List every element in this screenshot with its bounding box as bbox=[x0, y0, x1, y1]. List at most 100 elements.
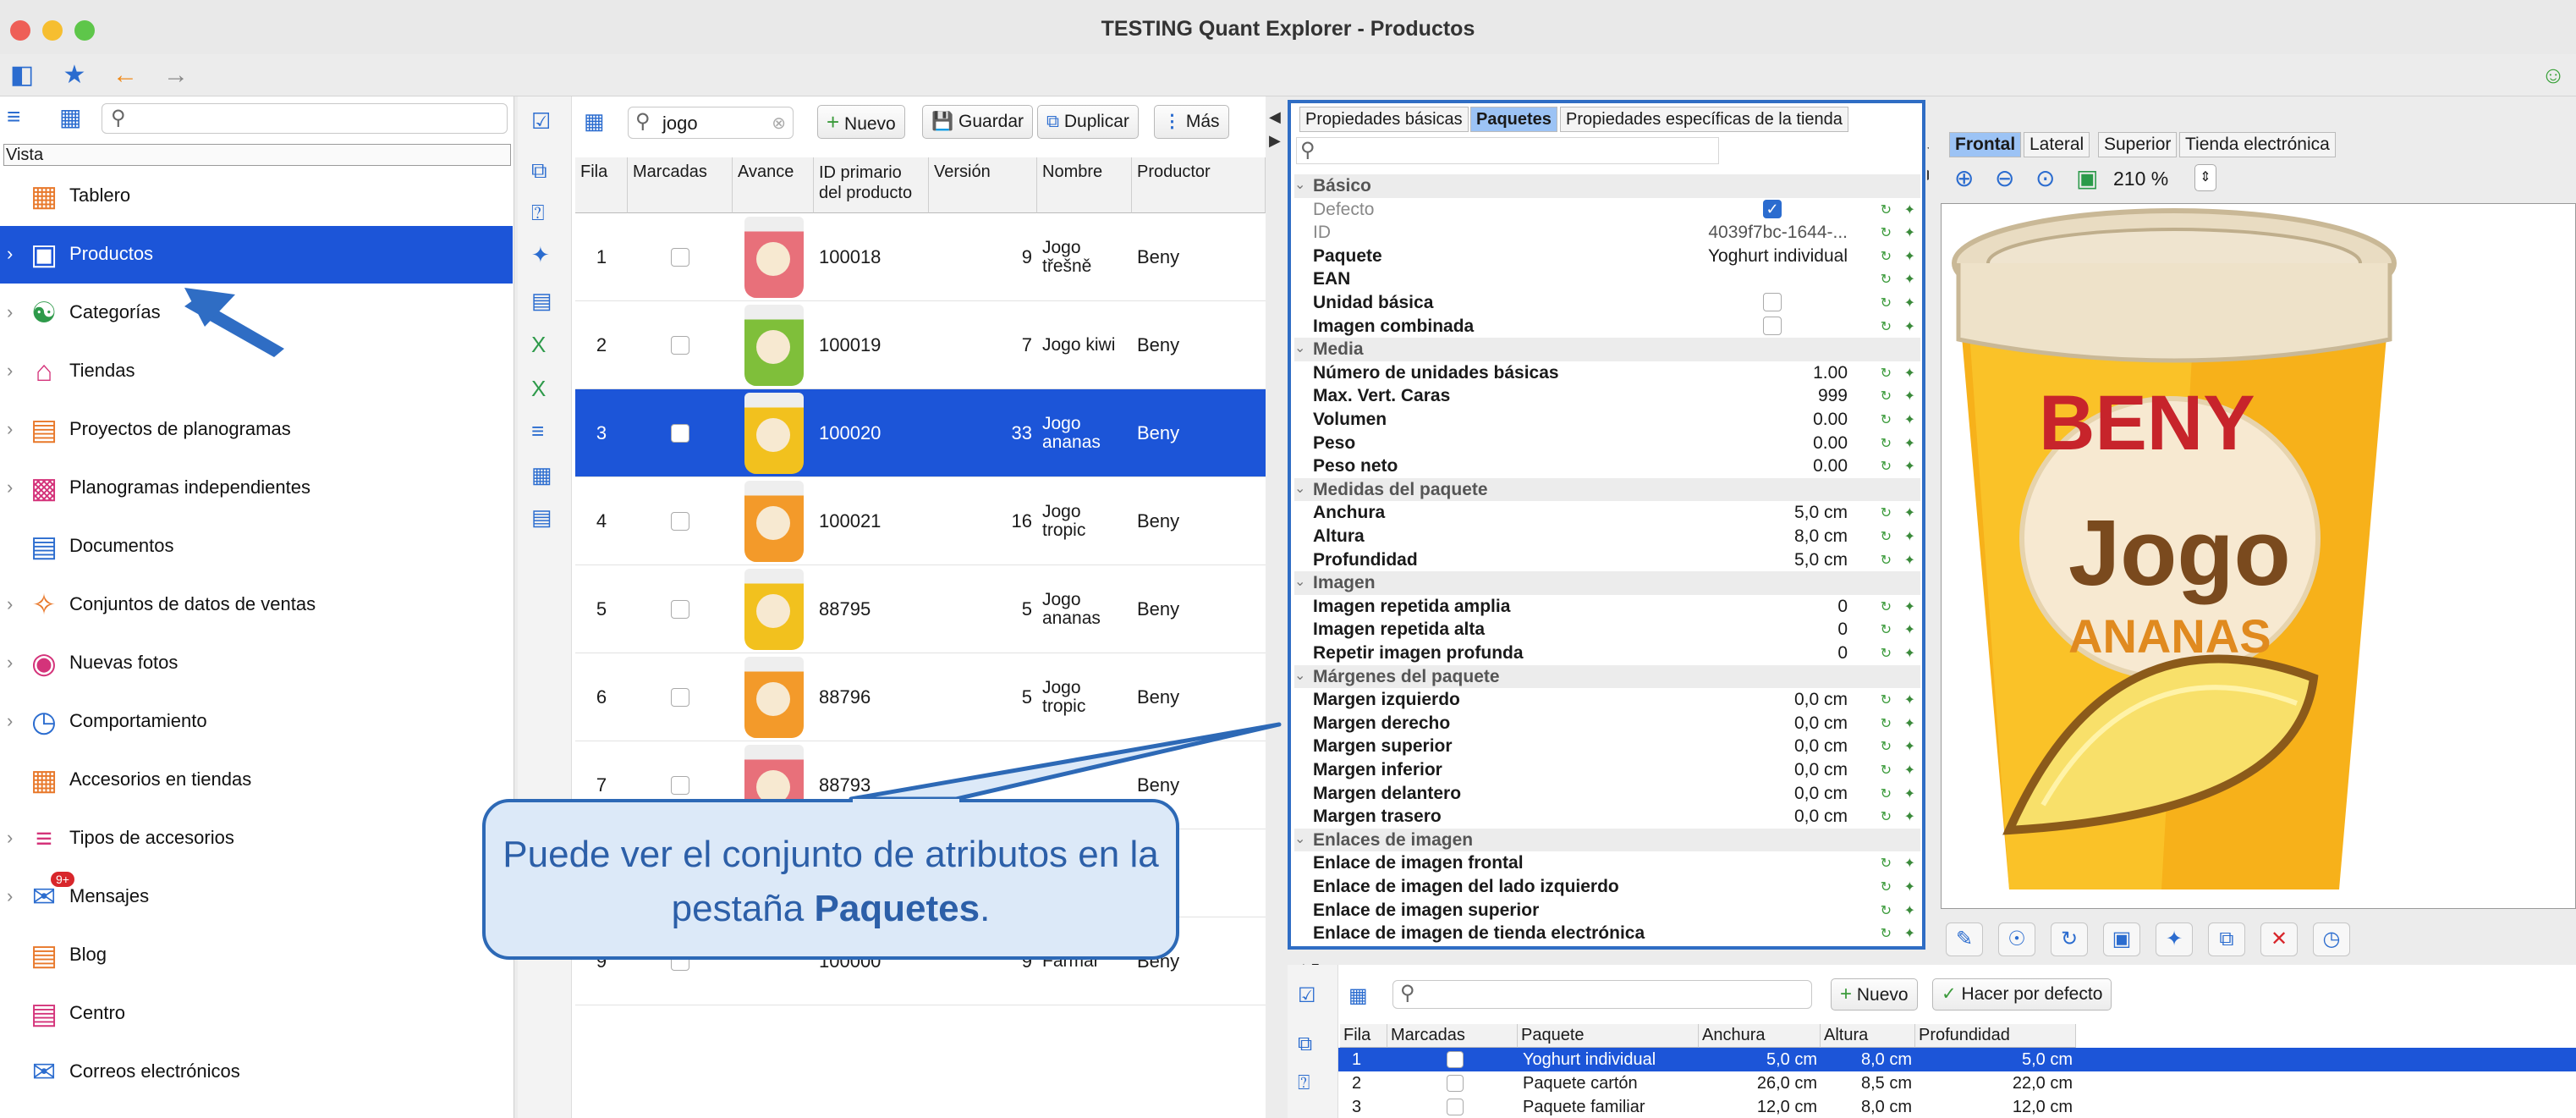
property-row[interactable]: Unidad básica ↻ ✦ bbox=[1294, 291, 1920, 315]
property-row[interactable]: Volumen 0.00 ↻ ✦ bbox=[1294, 408, 1920, 432]
cell-marcadas[interactable] bbox=[628, 477, 733, 565]
property-value[interactable]: 0,0 cm bbox=[1794, 736, 1848, 757]
image-tab-superior[interactable]: Superior bbox=[2098, 132, 2178, 157]
hacer-por-defecto-button[interactable]: ✓ Hacer por defecto bbox=[1932, 978, 2112, 1011]
pin-icon[interactable]: ✦ bbox=[1904, 762, 1915, 779]
pin-icon[interactable]: ✦ bbox=[1904, 435, 1915, 452]
chevron-down-icon[interactable]: ⌄ bbox=[1294, 176, 1305, 193]
import-excel-icon[interactable]: X bbox=[531, 376, 546, 402]
property-row[interactable]: Margen delantero 0,0 cm ↻ ✦ bbox=[1294, 782, 1920, 806]
sidebar-item-nuevas-fotos[interactable]: › ◉ Nuevas fotos bbox=[0, 635, 513, 692]
zoom-stepper[interactable]: ⇕ bbox=[2194, 164, 2216, 191]
property-row[interactable]: Imagen repetida alta 0 ↻ ✦ bbox=[1294, 618, 1920, 642]
property-value[interactable]: 0.00 bbox=[1813, 410, 1848, 430]
reset-icon[interactable]: ↻ bbox=[1881, 528, 1892, 545]
image-tab-frontal[interactable]: Frontal bbox=[1949, 132, 2022, 157]
magic-wand-icon[interactable]: ✦ bbox=[531, 242, 550, 268]
chevron-right-icon[interactable]: › bbox=[7, 301, 13, 323]
table-row[interactable]: 1 100018 9 Jogo třešně Beny bbox=[575, 213, 1266, 301]
tab-propiedades-especificas[interactable]: Propiedades específicas de la tienda bbox=[1560, 107, 1848, 132]
reset-icon[interactable]: ↻ bbox=[1881, 762, 1892, 779]
pin-icon[interactable]: ✦ bbox=[1904, 411, 1915, 428]
forward-arrow-icon[interactable]: → bbox=[157, 54, 195, 96]
property-section-header[interactable]: ⌄ Básico bbox=[1294, 174, 1920, 198]
sidebar-item-blog[interactable]: ▤ Blog bbox=[0, 927, 513, 984]
chevron-right-icon[interactable]: › bbox=[7, 593, 13, 615]
reset-icon[interactable]: ↻ bbox=[1881, 224, 1892, 241]
property-value[interactable]: 999 bbox=[1818, 386, 1848, 406]
row-checkbox[interactable] bbox=[671, 512, 689, 531]
property-row[interactable]: Altura 8,0 cm ↻ ✦ bbox=[1294, 525, 1920, 548]
clear-search-icon[interactable]: ⊗ bbox=[772, 113, 786, 134]
sidebar-toggle-icon[interactable]: ◧ bbox=[3, 54, 41, 96]
property-row[interactable]: Enlace de imagen frontal ↻ ✦ bbox=[1294, 851, 1920, 875]
sidebar-item-tiendas[interactable]: › ⌂ Tiendas bbox=[0, 343, 513, 400]
sidebar-item-categorias[interactable]: › ☯ Categorías bbox=[0, 284, 513, 342]
help-icon[interactable]: ⍰ bbox=[531, 200, 545, 227]
package-row[interactable]: 1 Yoghurt individual 5,0 cm 8,0 cm 5,0 cm bbox=[1338, 1048, 2576, 1071]
property-row[interactable]: EAN ↻ ✦ bbox=[1294, 267, 1920, 291]
cell-marcadas[interactable] bbox=[628, 389, 733, 477]
col-header-productor[interactable]: Productor bbox=[1132, 157, 1266, 213]
reset-icon[interactable]: ↻ bbox=[1881, 458, 1892, 475]
check-all-icon[interactable]: ☑ bbox=[531, 108, 551, 135]
sidebar-item-productos[interactable]: › ▣ Productos bbox=[0, 226, 513, 284]
cell-marcadas[interactable] bbox=[628, 565, 733, 653]
property-row[interactable]: Anchura 5,0 cm ↻ ✦ bbox=[1294, 501, 1920, 525]
pin-icon[interactable]: ✦ bbox=[1904, 691, 1915, 708]
sidebar-item-tipos-de-accesorios[interactable]: › ≡ Tipos de accesorios bbox=[0, 810, 513, 867]
pin-icon[interactable]: ✦ bbox=[1904, 902, 1915, 919]
property-value[interactable]: 0,0 cm bbox=[1794, 784, 1848, 804]
edit-image-icon[interactable]: ✎ bbox=[1946, 922, 1983, 956]
chevron-right-icon[interactable]: › bbox=[7, 418, 13, 440]
chevron-right-icon[interactable]: › bbox=[7, 827, 13, 849]
collapse-left-icon[interactable]: ◀ bbox=[1269, 108, 1281, 126]
col-header-id[interactable]: ID primario del producto bbox=[814, 157, 929, 213]
pin-icon[interactable]: ✦ bbox=[1904, 855, 1915, 872]
reset-icon[interactable]: ↻ bbox=[1881, 598, 1892, 615]
property-value[interactable]: 8,0 cm bbox=[1794, 526, 1848, 547]
package-col-header[interactable]: Altura bbox=[1821, 1024, 1915, 1048]
property-row[interactable]: Defecto ✓ ↻ ✦ bbox=[1294, 198, 1920, 222]
pin-icon[interactable]: ✦ bbox=[1904, 295, 1915, 311]
property-section-header[interactable]: ⌄ Medidas del paquete bbox=[1294, 477, 1920, 502]
rotate-icon[interactable]: ↻ bbox=[2051, 922, 2088, 956]
table-row[interactable]: 3 100020 33 Jogo ananas Beny bbox=[575, 389, 1266, 477]
property-row[interactable]: Margen inferior 0,0 cm ↻ ✦ bbox=[1294, 758, 1920, 782]
reset-icon[interactable]: ↻ bbox=[1881, 388, 1892, 405]
web-icon[interactable]: ☉ bbox=[1998, 922, 2035, 956]
chevron-down-icon[interactable]: ⌄ bbox=[1294, 667, 1305, 684]
reset-icon[interactable]: ↻ bbox=[1881, 248, 1892, 265]
pin-icon[interactable]: ✦ bbox=[1904, 715, 1915, 732]
property-value[interactable]: Yoghurt individual bbox=[1708, 246, 1848, 267]
product-search-input[interactable]: ⚲ jogo ⊗ bbox=[628, 107, 794, 139]
package-col-header[interactable]: Profundidad bbox=[1915, 1024, 2076, 1048]
smiley-icon[interactable]: ☺ bbox=[2535, 54, 2572, 96]
property-value[interactable]: 0.00 bbox=[1813, 456, 1848, 476]
property-row[interactable]: Peso 0.00 ↻ ✦ bbox=[1294, 432, 1920, 455]
sidebar-item-planogramas-independientes[interactable]: › ▩ Planogramas independientes bbox=[0, 460, 513, 517]
property-value[interactable]: 0 bbox=[1837, 643, 1848, 664]
property-row[interactable]: Enlace de imagen del lado izquierdo ↻ ✦ bbox=[1294, 875, 1920, 899]
sidebar-search-input[interactable]: ⚲ bbox=[102, 103, 508, 134]
image-tab-lateral[interactable]: Lateral bbox=[2024, 132, 2090, 157]
pin-icon[interactable]: ✦ bbox=[1904, 645, 1915, 662]
mas-button[interactable]: ⋮ Más bbox=[1154, 105, 1229, 139]
copy-icon[interactable]: ⧉ bbox=[1298, 1033, 1312, 1056]
nuevo-button[interactable]: + Nuevo bbox=[817, 105, 905, 139]
property-row[interactable]: Enlace de imagen superior ↻ ✦ bbox=[1294, 899, 1920, 922]
row-checkbox[interactable] bbox=[671, 776, 689, 795]
reset-icon[interactable]: ↻ bbox=[1881, 411, 1892, 428]
reset-icon[interactable]: ↻ bbox=[1881, 878, 1892, 895]
table-row[interactable]: 5 88795 5 Jogo ananas Beny bbox=[575, 565, 1266, 653]
property-row[interactable]: Margen izquierdo 0,0 cm ↻ ✦ bbox=[1294, 688, 1920, 712]
pin-icon[interactable]: ✦ bbox=[1904, 365, 1915, 382]
row-checkbox[interactable] bbox=[671, 336, 689, 355]
reset-icon[interactable]: ↻ bbox=[1881, 902, 1892, 919]
property-row[interactable]: Margen superior 0,0 cm ↻ ✦ bbox=[1294, 735, 1920, 758]
pin-icon[interactable]: ✦ bbox=[1904, 925, 1915, 942]
package-row-checkbox[interactable] bbox=[1447, 1075, 1464, 1092]
reset-icon[interactable]: ↻ bbox=[1881, 785, 1892, 802]
history-icon[interactable]: ◷ bbox=[2313, 922, 2350, 956]
property-section-header[interactable]: ⌄ Márgenes del paquete bbox=[1294, 664, 1920, 689]
